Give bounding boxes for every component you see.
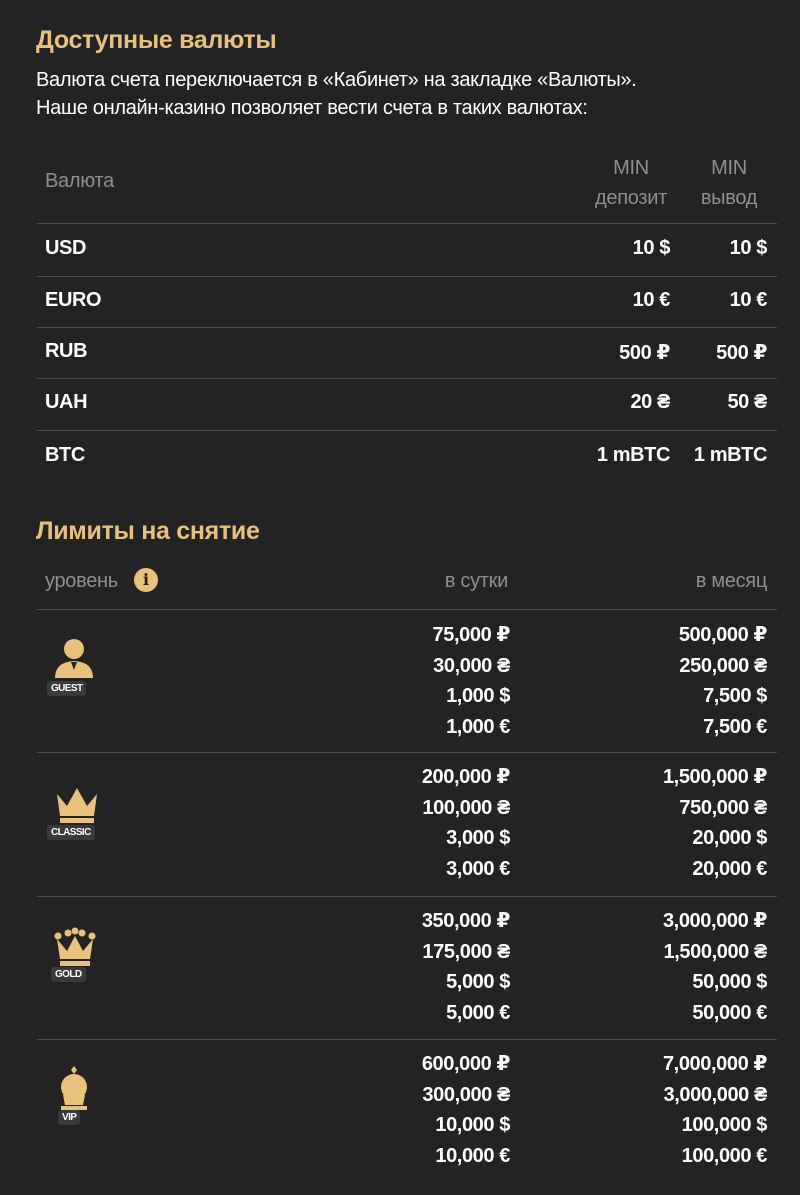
crown-icon [57,788,97,823]
guest-icon [55,639,93,678]
header-min-deposit-line1: MIN [613,157,649,179]
limit-value: 5,000 $ [446,971,510,993]
limits-per-day: 350,000 ₽ 175,000 ₴ 5,000 $ 5,000 € [421,906,511,1028]
min-withdraw: 1 mBTC [693,444,768,466]
limits-per-month: 3,000,000 ₽ 1,500,000 ₴ 50,000 $ 50,000 … [663,906,767,1028]
limit-value: 100,000 ₴ [422,796,510,819]
limit-value: 1,000 € [446,715,510,738]
limit-value: 5,000 € [446,1001,510,1024]
divider [37,609,777,610]
currency-code: RUB [45,340,88,362]
limit-value: 350,000 ₽ [421,910,511,932]
divider [37,1039,777,1040]
limit-value: 50,000 $ [692,971,767,993]
limit-value: 100,000 $ [681,1114,768,1136]
level-badge: VIP [58,1110,81,1125]
description-line-2: Наше онлайн-казино позволяет вести счета… [36,97,588,119]
header-min-withdraw-line2: вывод [700,187,758,209]
header-min-withdraw-line1: MIN [711,157,747,179]
limit-value: 10,000 $ [435,1114,510,1136]
divider [37,276,777,277]
limit-value: 200,000 ₽ [421,766,511,788]
limit-value: 10,000 € [435,1144,510,1167]
limits-per-month: 7,000,000 ₽ 3,000,000 ₴ 100,000 $ 100,00… [663,1049,767,1171]
limit-value: 7,500 $ [703,685,767,707]
limit-value: 750,000 ₴ [679,796,767,819]
currencies-title: Доступные валюты [36,26,277,54]
limit-value: 3,000 $ [446,827,510,849]
limit-value: 175,000 ₴ [422,940,510,963]
header-level: уровень [45,570,118,592]
limit-value: 50,000 € [692,1001,767,1024]
limit-value: 100,000 € [681,1144,768,1167]
limits-per-month: 1,500,000 ₽ 750,000 ₴ 20,000 $ 20,000 € [663,762,767,884]
min-withdraw: 50 ₴ [727,391,767,413]
limit-value: 1,000 $ [446,685,510,707]
level-badge: GOLD [51,967,86,982]
king-icon [61,1066,87,1110]
limits-per-day: 200,000 ₽ 100,000 ₴ 3,000 $ 3,000 € [421,762,511,884]
description-line-1: Валюта счета переключается в «Кабинет» н… [36,69,637,91]
limit-value: 1,500,000 ₽ [662,766,767,788]
limit-value: 1,500,000 ₴ [663,940,768,963]
min-deposit: 1 mBTC [596,444,671,466]
level-badge: CLASSIC [47,825,95,840]
min-withdraw: 10 $ [729,237,768,259]
limits-per-month: 500,000 ₽ 250,000 ₴ 7,500 $ 7,500 € [678,620,768,742]
header-currency: Валюта [45,170,114,192]
min-deposit: 10 $ [632,237,671,259]
divider [37,896,777,897]
limit-value: 7,500 € [703,715,767,738]
divider [37,430,777,431]
limit-value: 7,000,000 ₽ [662,1053,767,1075]
jeweled-crown-icon [54,927,96,966]
limit-value: 75,000 ₽ [432,624,511,646]
currency-code: USD [45,237,87,259]
header-min-deposit-line2: депозит [595,187,667,209]
currency-code: UAH [45,391,88,413]
divider [37,378,777,379]
header-min-deposit: MIN депозит [586,153,676,213]
limit-value: 30,000 ₴ [433,654,510,677]
limit-value: 3,000 € [446,857,510,880]
limit-value: 3,000,000 ₽ [662,910,767,932]
min-withdraw: 10 € [729,289,768,311]
currencies-description: Валюта счета переключается в «Кабинет» н… [36,66,776,122]
limit-value: 300,000 ₴ [422,1083,510,1106]
divider [37,223,777,224]
header-per-day: в сутки [444,570,508,592]
divider [37,752,777,753]
info-icon[interactable]: i [134,568,158,592]
limit-value: 250,000 ₴ [679,654,767,677]
min-deposit: 10 € [632,289,671,311]
limits-title: Лимиты на снятие [36,517,260,545]
limits-per-day: 75,000 ₽ 30,000 ₴ 1,000 $ 1,000 € [432,620,511,742]
min-deposit: 500 ₽ [619,342,670,364]
limit-value: 500,000 ₽ [678,624,768,646]
min-deposit: 20 ₴ [630,391,670,413]
limit-value: 20,000 $ [692,827,767,849]
level-badge: GUEST [47,681,87,696]
currency-code: BTC [45,444,85,466]
limit-value: 600,000 ₽ [421,1053,511,1075]
limit-value: 20,000 € [692,857,767,880]
header-per-month: в месяц [695,570,768,592]
min-withdraw: 500 ₽ [716,342,767,364]
currency-code: EURO [45,289,102,311]
limit-value: 3,000,000 ₴ [663,1083,768,1106]
limits-per-day: 600,000 ₽ 300,000 ₴ 10,000 $ 10,000 € [421,1049,511,1171]
header-min-withdraw: MIN вывод [690,153,768,213]
divider [37,327,777,328]
